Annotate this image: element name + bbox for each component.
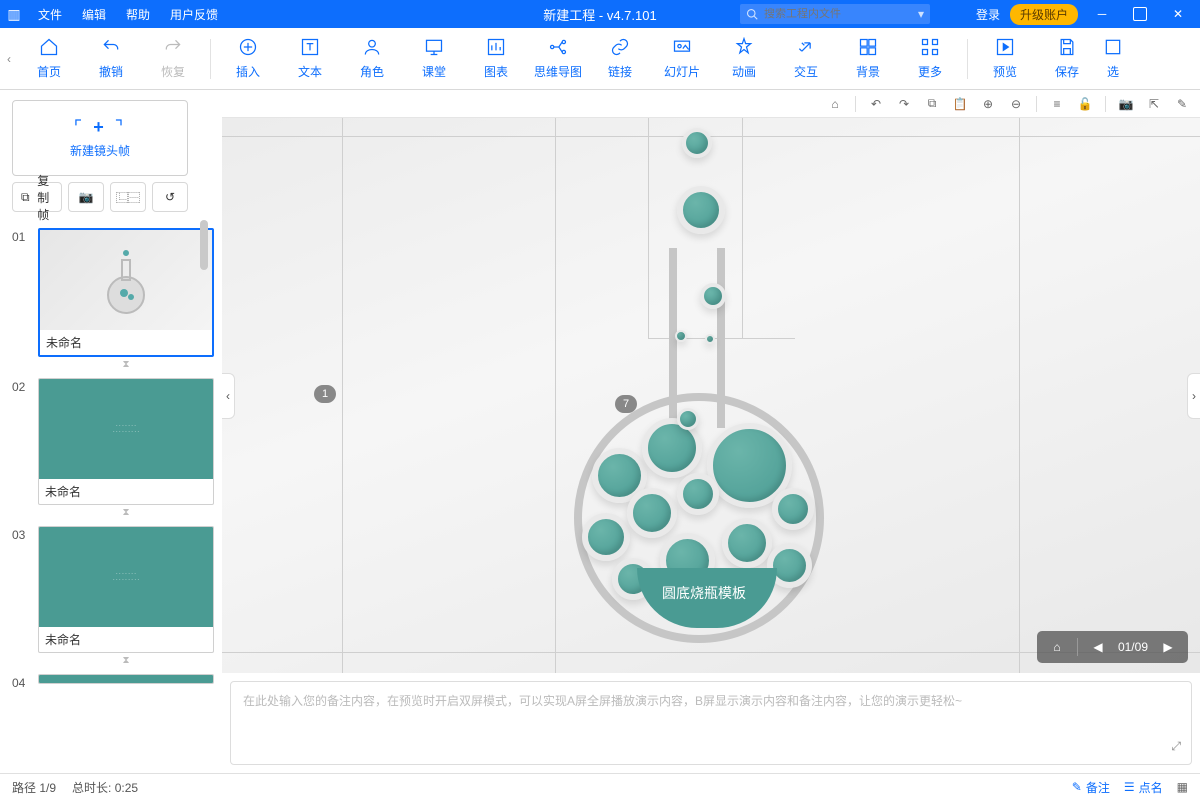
thumb-number: 01: [12, 228, 32, 376]
tool-select[interactable]: 选: [1098, 28, 1128, 90]
zoom-out-icon[interactable]: ⊖: [1008, 96, 1024, 112]
notes-placeholder: 在此处输入您的备注内容，在预览时开启双屏模式，可以实现A屏全屏播放演示内容，B屏…: [243, 694, 962, 708]
collapse-left-button[interactable]: ‹: [222, 373, 235, 419]
bubble-icon: [627, 488, 677, 538]
main-toolbar: ‹ 首页 撤销 恢复 插入 文本 角色 课堂 图表 思维导图 链接 幻灯片 动画…: [0, 28, 1200, 90]
canvas-marker-1[interactable]: 1: [314, 385, 336, 403]
menu-edit[interactable]: 编辑: [72, 6, 116, 23]
timer-icon: ⧗: [38, 653, 214, 672]
camera-button[interactable]: 📷: [68, 182, 104, 212]
login-link[interactable]: 登录: [976, 6, 1000, 23]
bubble-icon: [705, 334, 715, 344]
bubble-icon: [700, 283, 726, 309]
copy-frame-button[interactable]: ⧉复制帧: [12, 182, 62, 212]
new-frame-button[interactable]: ⌜ + ⌝ 新建镜头帧: [12, 100, 188, 176]
thumbnail-list: 01 未命名 ⧗ 02 · · · · · · ·· · · · · · · ·…: [12, 228, 214, 773]
tool-redo: 恢复: [142, 28, 204, 90]
path-indicator: 路径 1/9: [12, 779, 56, 796]
timer-icon: ⧗: [38, 357, 214, 376]
tool-mindmap[interactable]: 思维导图: [527, 28, 589, 90]
tool-role[interactable]: 角色: [341, 28, 403, 90]
main-area: ⌜ + ⌝ 新建镜头帧 ⧉复制帧 📷 ⿺⿱ ↺ 01 未命名 ⧗: [0, 90, 1200, 773]
search-input[interactable]: [764, 8, 918, 20]
thumbnail-2[interactable]: · · · · · · ·· · · · · · · · ·未命名: [38, 378, 214, 505]
tool-home[interactable]: 首页: [18, 28, 80, 90]
camera-icon[interactable]: 📷: [1118, 96, 1134, 112]
export-icon[interactable]: ⇱: [1146, 96, 1162, 112]
slide-pager: ⌂ ◀ 01/09 ▶: [1037, 631, 1188, 663]
tool-more[interactable]: 更多: [899, 28, 961, 90]
canvas-toolbar: ⌂ ↶ ↷ ⧉ 📋 ⊕ ⊖ ≡ 🔓 📷 ⇱ ✎: [222, 90, 1200, 118]
slides-sidebar: ⌜ + ⌝ 新建镜头帧 ⧉复制帧 📷 ⿺⿱ ↺ 01 未命名 ⧗: [0, 90, 222, 773]
pager-next-icon[interactable]: ▶: [1156, 635, 1180, 659]
canvas[interactable]: 1 7 圆底烧瓶模板 ‹ ›: [222, 118, 1200, 673]
tool-link[interactable]: 链接: [589, 28, 651, 90]
close-button[interactable]: ✕: [1164, 4, 1192, 24]
zoom-in-icon[interactable]: ⊕: [980, 96, 996, 112]
paste-icon[interactable]: 📋: [952, 96, 968, 112]
timer-icon: ⧗: [38, 505, 214, 524]
tool-class[interactable]: 课堂: [403, 28, 465, 90]
thumbnail-1[interactable]: 未命名: [38, 228, 214, 357]
tool-animation[interactable]: 动画: [713, 28, 775, 90]
toolbar-scroll-left[interactable]: ‹: [0, 52, 18, 66]
grid-view-icon[interactable]: ▦: [1177, 780, 1188, 794]
pager-home-icon[interactable]: ⌂: [1045, 635, 1069, 659]
thumbnail-4[interactable]: [38, 674, 214, 684]
home-icon[interactable]: ⌂: [827, 96, 843, 112]
tool-undo[interactable]: 撤销: [80, 28, 142, 90]
rotate-right-icon[interactable]: ↷: [896, 96, 912, 112]
expand-icon[interactable]: ⤢: [1171, 739, 1181, 754]
rollcall-button[interactable]: ☰ 点名: [1124, 779, 1163, 796]
menu-file[interactable]: 文件: [28, 6, 72, 23]
bubble-icon: [675, 330, 687, 342]
copy-icon[interactable]: ⧉: [924, 96, 940, 112]
flask-label: 圆底烧瓶模板: [662, 583, 746, 603]
maximize-button[interactable]: [1126, 4, 1154, 24]
duration-indicator: 总时长: 0:25: [72, 779, 138, 796]
titlebar: ▥ 文件 编辑 帮助 用户反馈 新建工程 - v4.7.101 ▾ 登录 升级账…: [0, 0, 1200, 28]
notes-toggle-button[interactable]: ✎ 备注: [1072, 779, 1110, 796]
bubble-icon: [677, 408, 699, 430]
bubble-icon: [772, 488, 814, 530]
lock-icon[interactable]: 🔓: [1077, 96, 1093, 112]
loop-button[interactable]: ↺: [152, 182, 188, 212]
bubble-icon: [677, 473, 719, 515]
collapse-right-button[interactable]: ›: [1187, 373, 1200, 419]
menu-feedback[interactable]: 用户反馈: [160, 6, 228, 23]
tool-chart[interactable]: 图表: [465, 28, 527, 90]
align-icon[interactable]: ≡: [1049, 96, 1065, 112]
upgrade-button[interactable]: 升级账户: [1010, 4, 1078, 25]
edit-icon[interactable]: ✎: [1174, 96, 1190, 112]
pager-text: 01/09: [1118, 640, 1148, 654]
minimize-button[interactable]: ─: [1088, 4, 1116, 24]
qr-button[interactable]: ⿺⿱: [110, 182, 146, 212]
tool-interact[interactable]: 交互: [775, 28, 837, 90]
tool-save[interactable]: 保存: [1036, 28, 1098, 90]
tool-text[interactable]: 文本: [279, 28, 341, 90]
pager-prev-icon[interactable]: ◀: [1086, 635, 1110, 659]
menu-help[interactable]: 帮助: [116, 6, 160, 23]
thumbnail-3[interactable]: · · · · · · ·· · · · · · · · ·未命名: [38, 526, 214, 653]
window-title: 新建工程 - v4.7.101: [543, 5, 656, 24]
app-logo-icon: ▥: [0, 6, 28, 23]
bubble-icon: [582, 513, 630, 561]
notes-panel[interactable]: 在此处输入您的备注内容，在预览时开启双屏模式，可以实现A屏全屏播放演示内容，B屏…: [230, 681, 1192, 765]
canvas-area: ⌂ ↶ ↷ ⧉ 📋 ⊕ ⊖ ≡ 🔓 📷 ⇱ ✎ 1 7: [222, 90, 1200, 773]
rotate-left-icon[interactable]: ↶: [868, 96, 884, 112]
tool-insert[interactable]: 插入: [217, 28, 279, 90]
bubble-icon: [722, 518, 772, 568]
search-box[interactable]: ▾: [740, 4, 930, 24]
tool-background[interactable]: 背景: [837, 28, 899, 90]
bubble-icon: [677, 186, 725, 234]
bubble-icon: [682, 128, 712, 158]
tool-slide[interactable]: 幻灯片: [651, 28, 713, 90]
search-icon: [746, 8, 758, 20]
status-bar: 路径 1/9 总时长: 0:25 ✎ 备注 ☰ 点名 ▦: [0, 773, 1200, 800]
sidebar-scrollbar[interactable]: [200, 220, 208, 270]
tool-preview[interactable]: 预览: [974, 28, 1036, 90]
chevron-down-icon[interactable]: ▾: [918, 7, 924, 21]
